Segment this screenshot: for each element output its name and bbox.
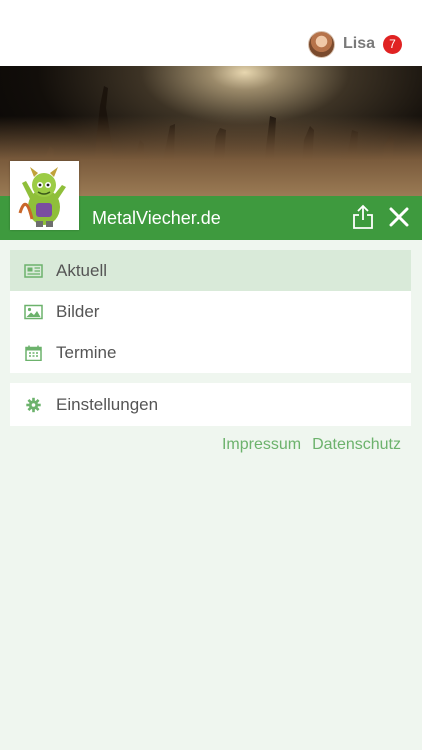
datenschutz-link[interactable]: Datenschutz [312,436,401,454]
menu-item-termine[interactable]: Termine [10,332,411,373]
menu-item-aktuell[interactable]: Aktuell [10,250,411,291]
calendar-icon [25,345,42,361]
newspaper-icon [24,263,43,278]
settings-menu: Einstellungen [10,383,411,426]
image-icon [24,304,43,319]
gear-icon [26,397,41,412]
menu-item-einstellungen[interactable]: Einstellungen [10,383,411,426]
menu-label-einstellungen: Einstellungen [56,394,159,414]
share-icon[interactable] [352,204,374,230]
menu-item-bilder[interactable]: Bilder [10,291,411,332]
site-logo [10,161,79,230]
user-name[interactable]: Lisa [343,35,375,53]
close-icon[interactable] [389,207,409,227]
impressum-link[interactable]: Impressum [222,436,301,454]
menu-label-aktuell: Aktuell [56,260,108,280]
user-profile[interactable]: Lisa 7 [307,28,402,60]
menu-label-termine: Termine [56,342,117,362]
top-bar: Lisa 7 [0,0,422,66]
site-title: MetalViecher.de [92,208,221,228]
notification-badge[interactable]: 7 [383,34,402,54]
menu-label-bilder: Bilder [56,301,100,321]
footer-links: Impressum Datenschutz [222,436,401,454]
main-menu: Aktuell Bilder Termine [10,250,411,373]
user-avatar[interactable] [307,30,335,58]
mascot-logo-image [18,167,66,227]
